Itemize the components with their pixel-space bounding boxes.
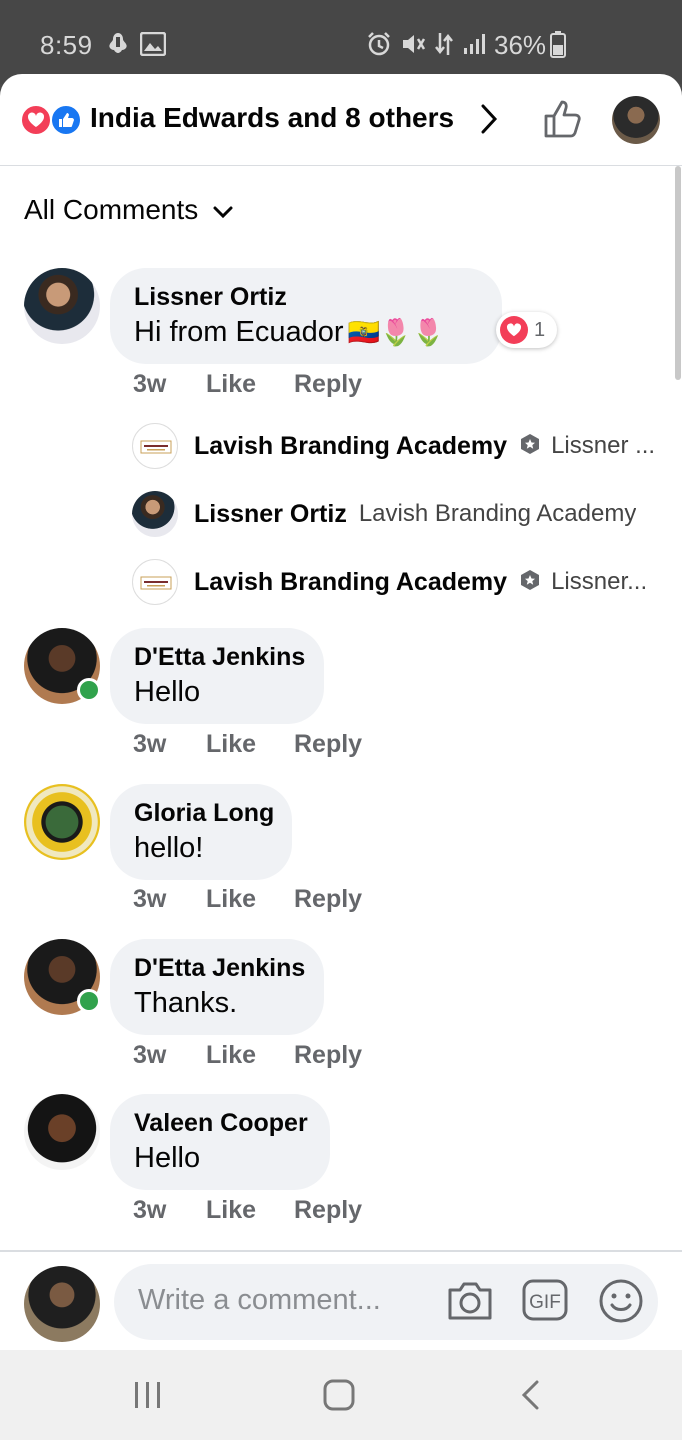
scrollbar[interactable] [675, 166, 681, 380]
badge-icon [519, 569, 541, 596]
reply-item[interactable]: Lavish Branding Academy Lissner... [132, 558, 662, 606]
like-link[interactable]: Like [206, 885, 294, 914]
system-nav-bar [0, 1350, 682, 1440]
battery-percent: 36% [494, 30, 547, 60]
reply-author: Lavish Branding Academy [194, 567, 508, 596]
comment-time: 3w [133, 885, 167, 913]
comment-reactions[interactable]: 1 [496, 312, 558, 348]
gif-button[interactable]: GIF [522, 1278, 568, 1327]
like-link[interactable]: Like [206, 1196, 294, 1225]
badge-icon [519, 433, 541, 460]
reply-author: Lissner Ortiz [194, 499, 347, 528]
avatar[interactable] [24, 268, 100, 344]
comment-bubble: Valeen Cooper Hello [110, 1094, 330, 1190]
filter-label: All Comments [24, 194, 199, 225]
comment-actions: 3w Like Reply [133, 1041, 362, 1070]
reactions-summary[interactable]: India Edwards and 8 others [90, 102, 454, 134]
comment-text: Thanks. [134, 987, 238, 1019]
avatar [24, 1266, 100, 1342]
data-transfer-icon [434, 30, 454, 58]
emoji-flag-tulips: 🇪🇨🌷🌷 [347, 317, 445, 347]
home-icon[interactable] [322, 1378, 356, 1417]
avatar[interactable] [24, 1094, 100, 1170]
comment-author[interactable]: Gloria Long [134, 798, 274, 828]
avatar [132, 559, 178, 605]
reaction-count: 1 [534, 318, 546, 341]
recent-apps-icon[interactable] [132, 1378, 164, 1417]
comment-input[interactable]: Write a comment... GIF [114, 1264, 658, 1340]
like-link[interactable]: Like [206, 730, 294, 759]
comment-bubble: Lissner Ortiz Hi from Ecuador 🇪🇨🌷🌷 [110, 268, 502, 364]
like-button-icon[interactable] [542, 98, 584, 145]
comment-author[interactable]: Valeen Cooper [134, 1108, 308, 1138]
gif-label: GIF [529, 1292, 561, 1313]
reply-link[interactable]: Reply [294, 1196, 362, 1225]
comment-actions: 3w Like Reply [133, 1196, 362, 1225]
reply-link[interactable]: Reply [294, 1041, 362, 1070]
comment-author[interactable]: D'Etta Jenkins [134, 953, 305, 983]
status-bar: 8:59 36% [0, 0, 682, 84]
like-link[interactable]: Like [206, 370, 294, 399]
reply-author: Lavish Branding Academy [194, 431, 508, 460]
comment-time: 3w [133, 1041, 167, 1069]
gallery-icon [140, 30, 166, 58]
online-status-dot [77, 989, 101, 1013]
comments-filter-dropdown[interactable]: All Comments [24, 194, 234, 226]
comment-time: 3w [133, 370, 167, 398]
comment-placeholder: Write a comment... [138, 1284, 381, 1316]
reactions-header: India Edwards and 8 others [0, 74, 682, 166]
love-reaction-icon [20, 104, 52, 136]
comment-text: Hello [134, 1142, 201, 1174]
reply-item[interactable]: Lavish Branding Academy Lissner ... [132, 422, 662, 470]
comment-composer: Write a comment... GIF [0, 1250, 682, 1350]
comment-bubble: Gloria Long hello! [110, 784, 292, 880]
emoji-icon[interactable] [598, 1278, 644, 1329]
status-time: 8:59 [40, 30, 93, 60]
comment-actions: 3w Like Reply [133, 730, 362, 759]
reply-text: Lissner ... [551, 432, 656, 459]
comment-time: 3w [133, 730, 167, 758]
signal-icon [462, 30, 488, 58]
comments-sheet: India Edwards and 8 others All Comments … [0, 74, 682, 1350]
reply-link[interactable]: Reply [294, 730, 362, 759]
online-status-dot [77, 678, 101, 702]
avatar [132, 491, 178, 537]
back-icon[interactable] [518, 1378, 544, 1417]
reply-text: Lissner... [551, 568, 648, 595]
comment-time: 3w [133, 1196, 167, 1224]
comment-author[interactable]: Lissner Ortiz [134, 282, 478, 312]
comment-actions: 3w Like Reply [133, 370, 362, 399]
comment-bubble: D'Etta Jenkins Hello [110, 628, 324, 724]
like-link[interactable]: Like [206, 1041, 294, 1070]
chevron-down-icon [212, 194, 234, 226]
love-reaction-icon [500, 316, 528, 344]
notification-icon [106, 30, 130, 58]
avatar[interactable] [24, 784, 100, 860]
comment-text: Hi from Ecuador 🇪🇨🌷🌷 [134, 312, 478, 352]
alarm-icon [366, 30, 392, 58]
reply-text: Lavish Branding Academy [358, 500, 637, 527]
comment-author[interactable]: D'Etta Jenkins [134, 642, 305, 672]
reply-link[interactable]: Reply [294, 885, 362, 914]
comment-text: hello! [134, 832, 204, 864]
comment-bubble: D'Etta Jenkins Thanks. [110, 939, 324, 1035]
like-reaction-icon [50, 104, 82, 136]
chevron-right-icon[interactable] [478, 102, 500, 141]
profile-avatar[interactable] [612, 96, 660, 144]
mute-icon [400, 30, 426, 58]
comment-text: Hello [134, 676, 201, 708]
reply-item[interactable]: Lissner Ortiz Lavish Branding Academy [132, 490, 662, 538]
reply-link[interactable]: Reply [294, 370, 362, 399]
comment-actions: 3w Like Reply [133, 885, 362, 914]
battery-icon [550, 30, 566, 58]
avatar [132, 423, 178, 469]
camera-icon[interactable] [446, 1278, 494, 1327]
